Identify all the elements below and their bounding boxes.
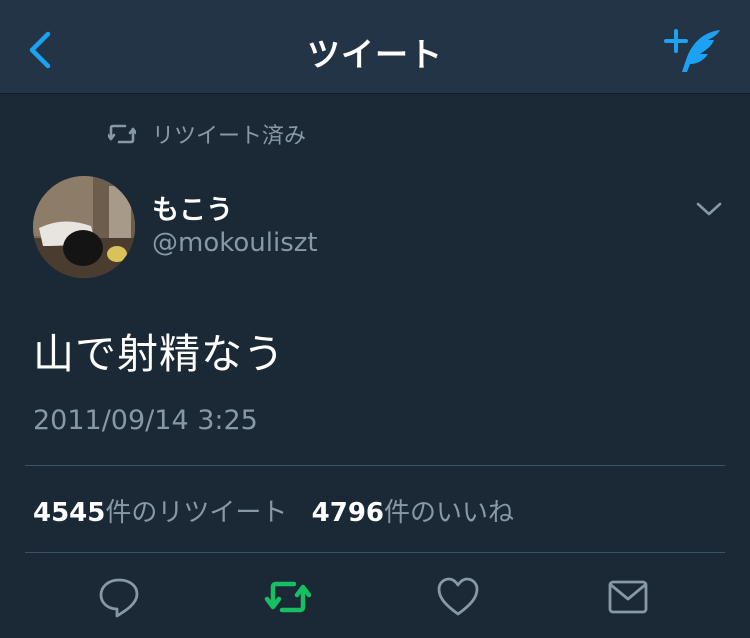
reply-button[interactable] xyxy=(95,574,143,620)
compose-tweet-button[interactable] xyxy=(664,26,724,76)
chevron-down-icon xyxy=(696,202,722,216)
direct-message-button[interactable] xyxy=(604,574,652,620)
retweet-count: 4545 xyxy=(33,498,106,528)
compose-tweet-icon xyxy=(664,29,720,72)
page-title: ツイート xyxy=(307,35,443,74)
navigation-bar: ツイート xyxy=(0,0,750,94)
divider xyxy=(25,552,725,553)
like-count-link[interactable]: 4796件のいいね xyxy=(312,492,514,529)
tweet-options-button[interactable] xyxy=(694,196,724,222)
retweet-icon xyxy=(106,123,138,145)
retweet-count-label: 件のリツイート xyxy=(105,498,288,528)
envelope-icon xyxy=(608,580,648,614)
like-count-label: 件のいいね xyxy=(384,498,515,528)
retweet-icon xyxy=(264,581,312,613)
like-count: 4796 xyxy=(311,498,385,528)
like-button[interactable] xyxy=(434,574,482,620)
retweet-count-link[interactable]: 4545件のリツイート xyxy=(33,492,287,529)
retweet-context: リツイート済み xyxy=(106,118,307,150)
avatar[interactable] xyxy=(33,176,135,278)
reply-icon xyxy=(99,578,139,618)
author-handle[interactable]: @mokouliszt xyxy=(152,228,318,258)
retweet-button[interactable] xyxy=(264,574,312,620)
tweet-stats: 4545件のリツイート 4796件のいいね xyxy=(33,492,514,529)
divider xyxy=(25,465,725,466)
retweet-context-label: リツイート済み xyxy=(152,124,307,149)
tweet-text: 山で射精なう xyxy=(33,330,285,378)
heart-icon xyxy=(437,577,479,616)
tweet-timestamp: 2011/09/14 3:25 xyxy=(33,405,258,436)
author-display-name[interactable]: もこう xyxy=(152,188,233,227)
